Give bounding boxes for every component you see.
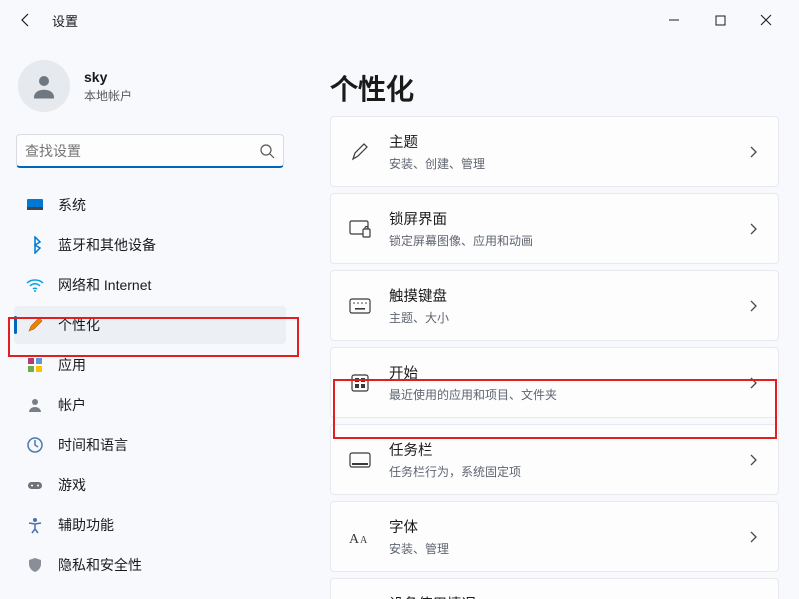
keyboard-icon (349, 295, 371, 317)
nav-list: 系统 蓝牙和其他设备 网络和 Internet 个性化 应用 (10, 186, 290, 584)
card-subtitle: 安装、管理 (389, 540, 728, 557)
user-name: sky (84, 69, 132, 85)
card-taskbar[interactable]: 任务栏 任务栏行为，系统固定项 (330, 424, 779, 495)
nav-bluetooth[interactable]: 蓝牙和其他设备 (14, 226, 286, 264)
system-icon (26, 196, 44, 214)
card-subtitle: 安装、创建、管理 (389, 155, 728, 172)
font-icon: AA (349, 526, 371, 548)
nav-apps[interactable]: 应用 (14, 346, 286, 384)
card-title: 设备使用情况 (389, 593, 728, 599)
nav-personalization[interactable]: 个性化 (14, 306, 286, 344)
content-area: 个性化 主题 安装、创建、管理 锁屏界面 锁定屏幕图像、应用和动画 (300, 40, 799, 599)
shield-icon (26, 556, 44, 574)
lockscreen-icon (349, 218, 371, 240)
nav-label: 应用 (58, 355, 86, 375)
nav-label: 网络和 Internet (58, 275, 151, 295)
search-box[interactable] (16, 134, 284, 168)
nav-network[interactable]: 网络和 Internet (14, 266, 286, 304)
paintbrush-icon (349, 141, 371, 163)
close-button[interactable] (743, 4, 789, 36)
gamepad-icon (26, 476, 44, 494)
nav-label: 辅助功能 (58, 515, 114, 535)
minimize-button[interactable] (651, 4, 697, 36)
page-title: 个性化 (330, 68, 779, 108)
card-subtitle: 最近使用的应用和项目、文件夹 (389, 386, 728, 403)
taskbar-icon (349, 449, 371, 471)
nav-label: 帐户 (58, 395, 86, 415)
chevron-right-icon (746, 376, 760, 390)
card-subtitle: 锁定屏幕图像、应用和动画 (389, 232, 728, 249)
nav-accounts[interactable]: 帐户 (14, 386, 286, 424)
card-touch-keyboard[interactable]: 触摸键盘 主题、大小 (330, 270, 779, 341)
card-start[interactable]: 开始 最近使用的应用和项目、文件夹 (330, 347, 779, 418)
svg-text:A: A (349, 532, 360, 546)
bluetooth-icon (26, 236, 44, 254)
card-device-usage[interactable]: 设备使用情况 选择你计划使用设备的所有方法，以在 Microsoft 体验中获取… (330, 578, 779, 599)
window-title: 设置 (52, 11, 78, 30)
nav-label: 系统 (58, 195, 86, 215)
user-block[interactable]: sky 本地帐户 (10, 50, 290, 132)
nav-system[interactable]: 系统 (14, 186, 286, 224)
chevron-right-icon (746, 145, 760, 159)
card-subtitle: 主题、大小 (389, 309, 728, 326)
card-fonts[interactable]: AA 字体 安装、管理 (330, 501, 779, 572)
selection-indicator (14, 316, 17, 334)
apps-icon (26, 356, 44, 374)
back-button[interactable] (10, 4, 42, 36)
card-themes[interactable]: 主题 安装、创建、管理 (330, 116, 779, 187)
card-title: 任务栏 (389, 439, 728, 460)
avatar (18, 60, 70, 112)
card-title: 字体 (389, 516, 728, 537)
titlebar: 设置 (0, 0, 799, 40)
nav-label: 游戏 (58, 475, 86, 495)
svg-text:A: A (360, 535, 368, 546)
card-subtitle: 任务栏行为，系统固定项 (389, 463, 728, 480)
paintbrush-icon (26, 316, 44, 334)
nav-label: 时间和语言 (58, 435, 128, 455)
nav-label: 蓝牙和其他设备 (58, 235, 156, 255)
sidebar: sky 本地帐户 系统 蓝牙和其他设备 (0, 40, 300, 599)
clock-globe-icon (26, 436, 44, 454)
start-icon (349, 372, 371, 394)
nav-accessibility[interactable]: 辅助功能 (14, 506, 286, 544)
person-icon (26, 396, 44, 414)
accessibility-icon (26, 516, 44, 534)
card-title: 主题 (389, 131, 728, 152)
user-account-type: 本地帐户 (84, 87, 132, 104)
nav-gaming[interactable]: 游戏 (14, 466, 286, 504)
chevron-right-icon (746, 299, 760, 313)
maximize-button[interactable] (697, 4, 743, 36)
card-lockscreen[interactable]: 锁屏界面 锁定屏幕图像、应用和动画 (330, 193, 779, 264)
nav-label: 隐私和安全性 (58, 555, 142, 575)
nav-label: 个性化 (58, 315, 100, 335)
chevron-right-icon (746, 453, 760, 467)
card-title: 开始 (389, 362, 728, 383)
chevron-right-icon (746, 530, 760, 544)
nav-privacy[interactable]: 隐私和安全性 (14, 546, 286, 584)
card-title: 触摸键盘 (389, 285, 728, 306)
wifi-icon (26, 276, 44, 294)
search-icon (259, 143, 275, 159)
nav-time-language[interactable]: 时间和语言 (14, 426, 286, 464)
chevron-right-icon (746, 222, 760, 236)
card-title: 锁屏界面 (389, 208, 728, 229)
search-input[interactable] (25, 143, 259, 159)
